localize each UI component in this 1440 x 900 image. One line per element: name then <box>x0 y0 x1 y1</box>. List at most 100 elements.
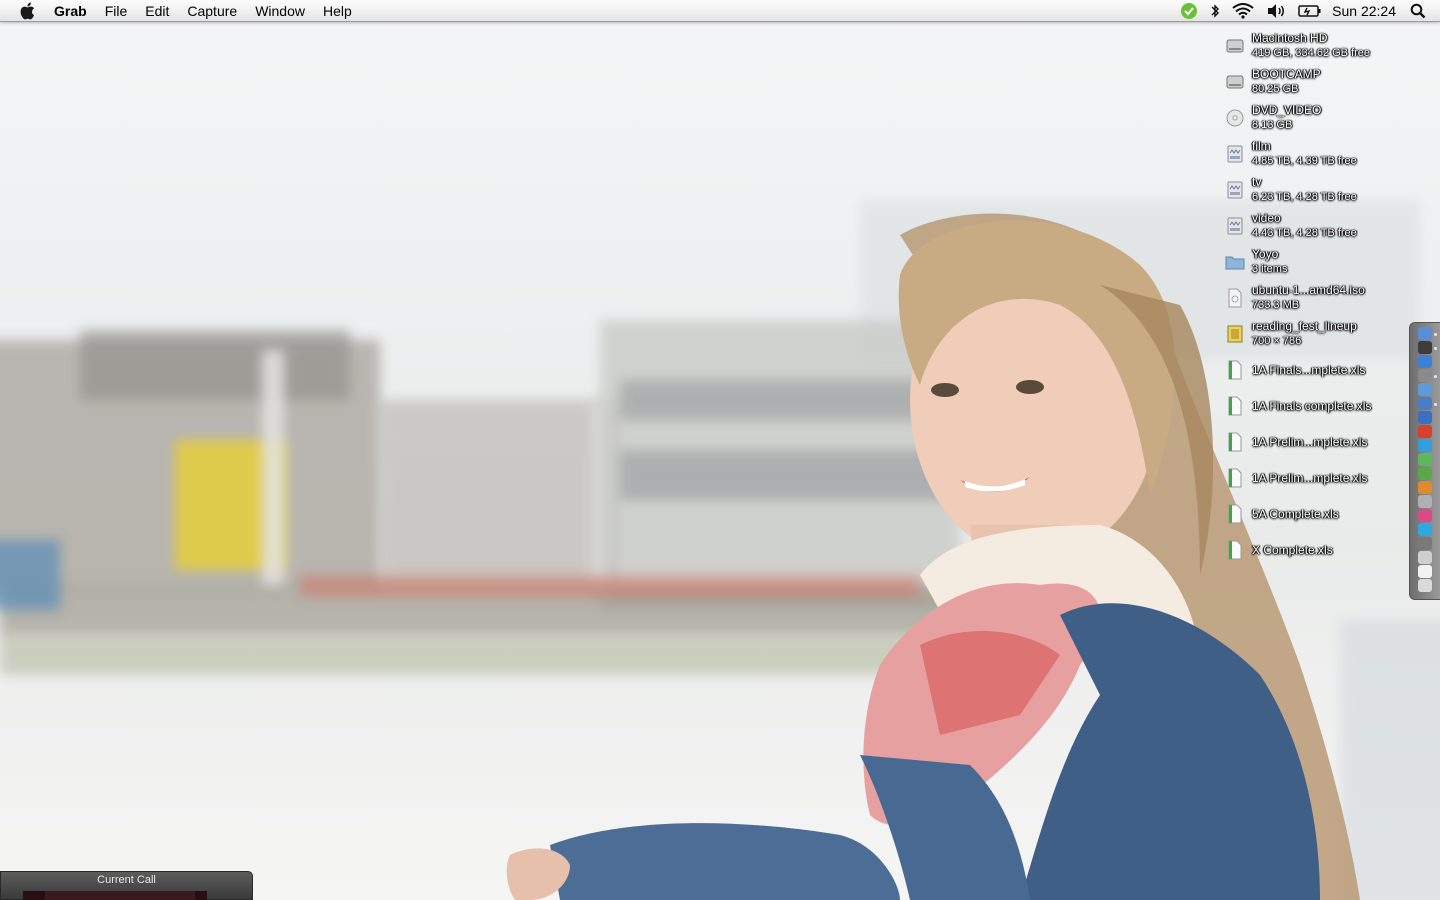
dock-app-icon[interactable] <box>1418 341 1432 354</box>
dock-app-icon[interactable] <box>1418 481 1432 494</box>
spreadsheet-icon <box>1222 537 1248 563</box>
desktop-item-info: 8.13 GB <box>1252 119 1293 131</box>
desktop-item-dvd-video[interactable]: DVD_VIDEO 8.13 GB <box>1222 100 1412 136</box>
dock-running-indicator <box>1434 375 1437 378</box>
dock-app-icon[interactable] <box>1418 537 1432 550</box>
dock-app-icon[interactable] <box>1418 495 1432 508</box>
dock-app-icon[interactable] <box>1418 411 1432 424</box>
dock-app-icon[interactable] <box>1418 565 1432 578</box>
desktop-item-bootcamp[interactable]: BOOTCAMP 80.25 GB <box>1222 64 1412 100</box>
desktop-item-name: reading_fest_lineup <box>1252 319 1357 333</box>
menu-bar-status-area: Sun 22:24 <box>1174 0 1440 22</box>
call-video-frame <box>45 891 195 900</box>
desktop-item-info: 3 items <box>1252 263 1288 275</box>
dock-app-icon[interactable] <box>1418 355 1432 368</box>
desktop-item-yoyo[interactable]: Yoyo 3 items <box>1222 244 1412 280</box>
dock <box>1409 322 1440 600</box>
dock-app-icon[interactable] <box>1418 579 1432 592</box>
spreadsheet-icon <box>1222 429 1248 455</box>
desktop-item-name: video <box>1252 211 1281 225</box>
spreadsheet-icon <box>1222 393 1248 419</box>
spreadsheet-icon <box>1222 501 1248 527</box>
dock-app-icon[interactable] <box>1418 327 1432 340</box>
dock-running-indicator <box>1434 347 1437 350</box>
desktop-item-name: 5A Complete.xls <box>1252 506 1339 521</box>
menu-bar-clock[interactable]: Sun 22:24 <box>1328 0 1404 22</box>
volume-icon[interactable] <box>1266 0 1286 22</box>
dock-running-indicator <box>1434 403 1437 406</box>
folder-icon <box>1222 249 1248 275</box>
desktop-item-spreadsheet[interactable]: 1A Prelim...mplete.xls <box>1222 460 1412 496</box>
wifi-icon[interactable] <box>1232 0 1254 22</box>
menu-window[interactable]: Window <box>246 0 314 22</box>
call-video-preview <box>23 891 207 900</box>
desktop-item-name: Macintosh HD <box>1252 31 1328 45</box>
dock-app-icon[interactable] <box>1418 369 1432 382</box>
menu-file[interactable]: File <box>96 0 137 22</box>
desktop-item-name: BOOTCAMP <box>1252 67 1321 81</box>
desktop-item-name: film <box>1252 139 1271 153</box>
network-drive-icon <box>1222 177 1248 203</box>
desktop-item-info: 700 × 786 <box>1252 335 1302 347</box>
desktop-item-name: ubuntu-1...amd64.iso <box>1252 283 1365 297</box>
wallpaper-building <box>80 330 350 400</box>
network-drive-icon <box>1222 141 1248 167</box>
desktop-item-info: 6.23 TB, 4.28 TB free <box>1252 191 1357 203</box>
desktop-icons: Macintosh HD 419 GB, 334.62 GB free BOOT… <box>1222 28 1412 568</box>
dock-app-icon[interactable] <box>1418 551 1432 564</box>
dock-running-indicator <box>1434 333 1437 336</box>
desktop-item-ubuntu-iso[interactable]: ubuntu-1...amd64.iso 733.3 MB <box>1222 280 1412 316</box>
spreadsheet-icon <box>1222 357 1248 383</box>
evernote-icon[interactable] <box>1180 0 1198 22</box>
dock-app-icon[interactable] <box>1418 439 1432 452</box>
network-drive-icon <box>1222 213 1248 239</box>
current-call-window[interactable]: Current Call <box>0 871 253 900</box>
desktop-item-spreadsheet[interactable]: 1A Prelim...mplete.xls <box>1222 424 1412 460</box>
desktop-item-info: 733.3 MB <box>1252 299 1300 311</box>
bluetooth-icon[interactable] <box>1210 0 1220 22</box>
desktop-item-info: 419 GB, 334.62 GB free <box>1252 47 1371 59</box>
spreadsheet-icon <box>1222 465 1248 491</box>
desktop-item-name: 1A Prelim...mplete.xls <box>1252 434 1368 449</box>
desktop-item-macintosh-hd[interactable]: Macintosh HD 419 GB, 334.62 GB free <box>1222 28 1412 64</box>
desktop-item-info: 4.43 TB, 4.28 TB free <box>1252 227 1357 239</box>
dock-app-icon[interactable] <box>1418 397 1432 410</box>
dock-app-icon[interactable] <box>1418 467 1432 480</box>
menu-help[interactable]: Help <box>314 0 361 22</box>
desktop-item-reading-fest-lineup[interactable]: reading_fest_lineup 700 × 786 <box>1222 316 1412 352</box>
image-file-icon <box>1222 321 1248 347</box>
desktop-item-video[interactable]: video 4.43 TB, 4.28 TB free <box>1222 208 1412 244</box>
desktop-item-spreadsheet[interactable]: 1A Finals complete.xls <box>1222 388 1412 424</box>
dock-app-icon[interactable] <box>1418 383 1432 396</box>
dock-app-icon[interactable] <box>1418 523 1432 536</box>
desktop-item-tv[interactable]: tv 6.23 TB, 4.28 TB free <box>1222 172 1412 208</box>
desktop-item-info: 4.85 TB, 4.39 TB free <box>1252 155 1357 167</box>
call-window-title: Current Call <box>97 874 156 886</box>
wallpaper-pole <box>262 350 284 600</box>
dock-app-icon[interactable] <box>1418 509 1432 522</box>
desktop-item-spreadsheet[interactable]: 1A Finals...mplete.xls <box>1222 352 1412 388</box>
desktop-item-spreadsheet[interactable]: 5A Complete.xls <box>1222 496 1412 532</box>
desktop-item-name: X Complete.xls <box>1252 542 1333 557</box>
desktop-item-name: Yoyo <box>1252 247 1279 261</box>
desktop-item-spreadsheet[interactable]: X Complete.xls <box>1222 532 1412 568</box>
dock-app-icon[interactable] <box>1418 453 1432 466</box>
desktop-item-film[interactable]: film 4.85 TB, 4.39 TB free <box>1222 136 1412 172</box>
menu-app-name[interactable]: Grab <box>54 0 96 22</box>
desktop-item-name: 1A Finals complete.xls <box>1252 398 1372 413</box>
desktop-item-name: 1A Finals...mplete.xls <box>1252 362 1366 377</box>
dock-app-icon[interactable] <box>1418 425 1432 438</box>
desktop-item-name: tv <box>1252 175 1262 189</box>
dvd-icon <box>1222 105 1248 131</box>
menu-capture[interactable]: Capture <box>178 0 246 22</box>
wallpaper-blue-object <box>0 540 60 610</box>
spotlight-icon[interactable] <box>1410 0 1426 22</box>
battery-icon[interactable] <box>1298 0 1322 22</box>
hard-drive-icon <box>1222 33 1248 59</box>
desktop-item-info: 80.25 GB <box>1252 83 1299 95</box>
desktop-item-name: 1A Prelim...mplete.xls <box>1252 470 1368 485</box>
desktop-item-name: DVD_VIDEO <box>1252 103 1322 117</box>
disk-image-icon <box>1222 285 1248 311</box>
menu-edit[interactable]: Edit <box>136 0 178 22</box>
apple-menu-icon[interactable] <box>19 2 37 20</box>
